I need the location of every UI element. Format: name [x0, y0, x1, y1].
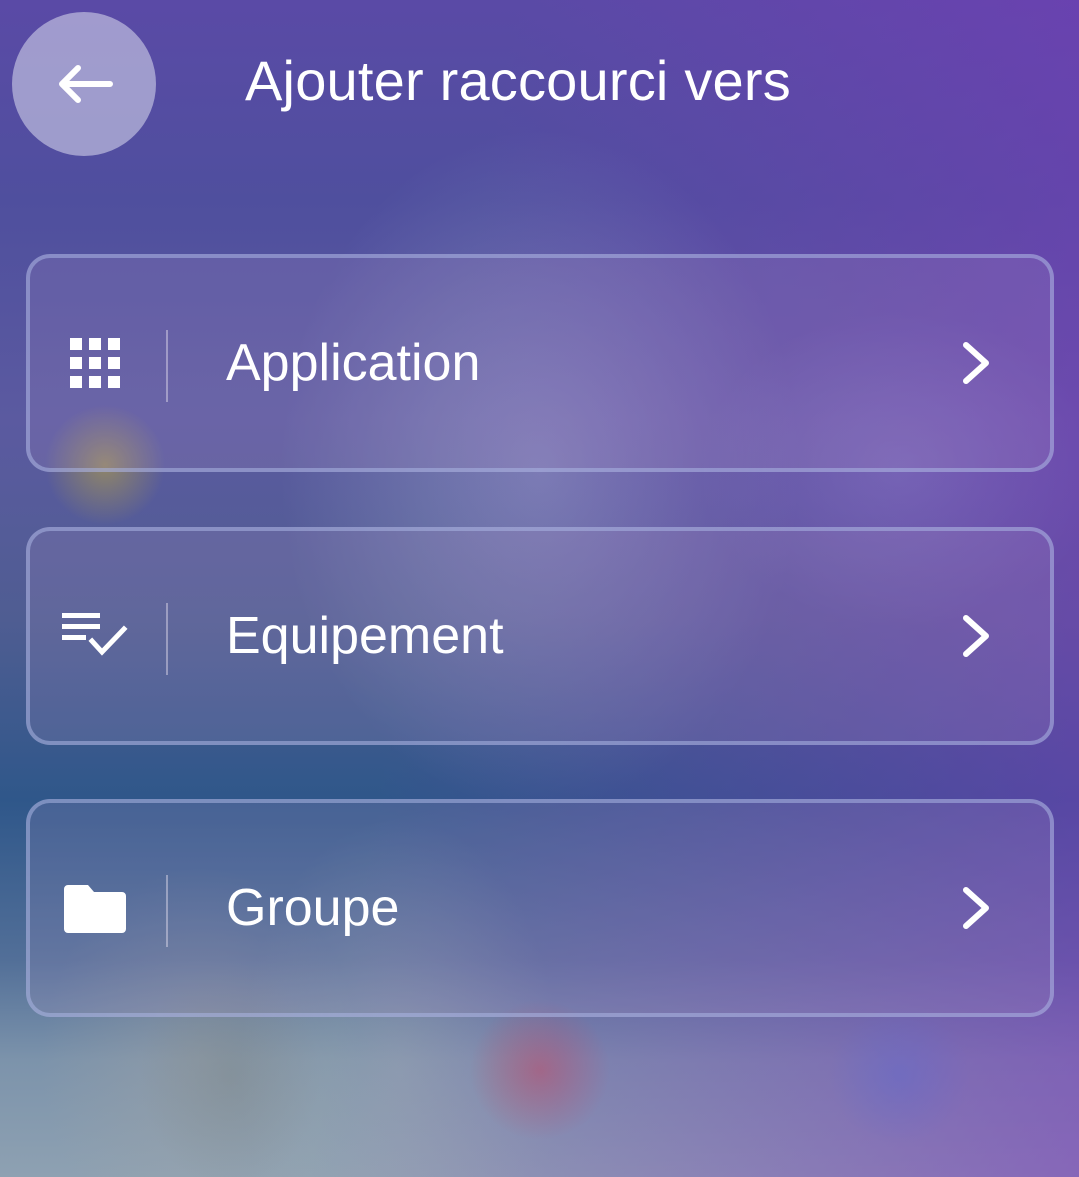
chevron-right-icon: [956, 883, 996, 933]
card-divider: [166, 330, 168, 402]
menu-item-label: Groupe: [226, 879, 400, 937]
back-button[interactable]: [12, 12, 156, 156]
apps-grid-icon: [60, 328, 130, 398]
menu-item-equipement[interactable]: Equipement: [26, 527, 1054, 745]
menu-item-application[interactable]: Application: [26, 254, 1054, 472]
folder-icon: [60, 873, 130, 943]
page-title: Ajouter raccourci vers: [245, 49, 791, 112]
arrow-left-icon: [59, 65, 113, 103]
chevron-right-icon: [956, 338, 996, 388]
card-divider: [166, 603, 168, 675]
menu-item-label: Application: [226, 334, 481, 392]
card-divider: [166, 875, 168, 947]
list-check-icon: [60, 601, 130, 671]
chevron-right-icon: [956, 611, 996, 661]
menu-item-label: Equipement: [226, 607, 504, 665]
menu-item-groupe[interactable]: Groupe: [26, 799, 1054, 1017]
